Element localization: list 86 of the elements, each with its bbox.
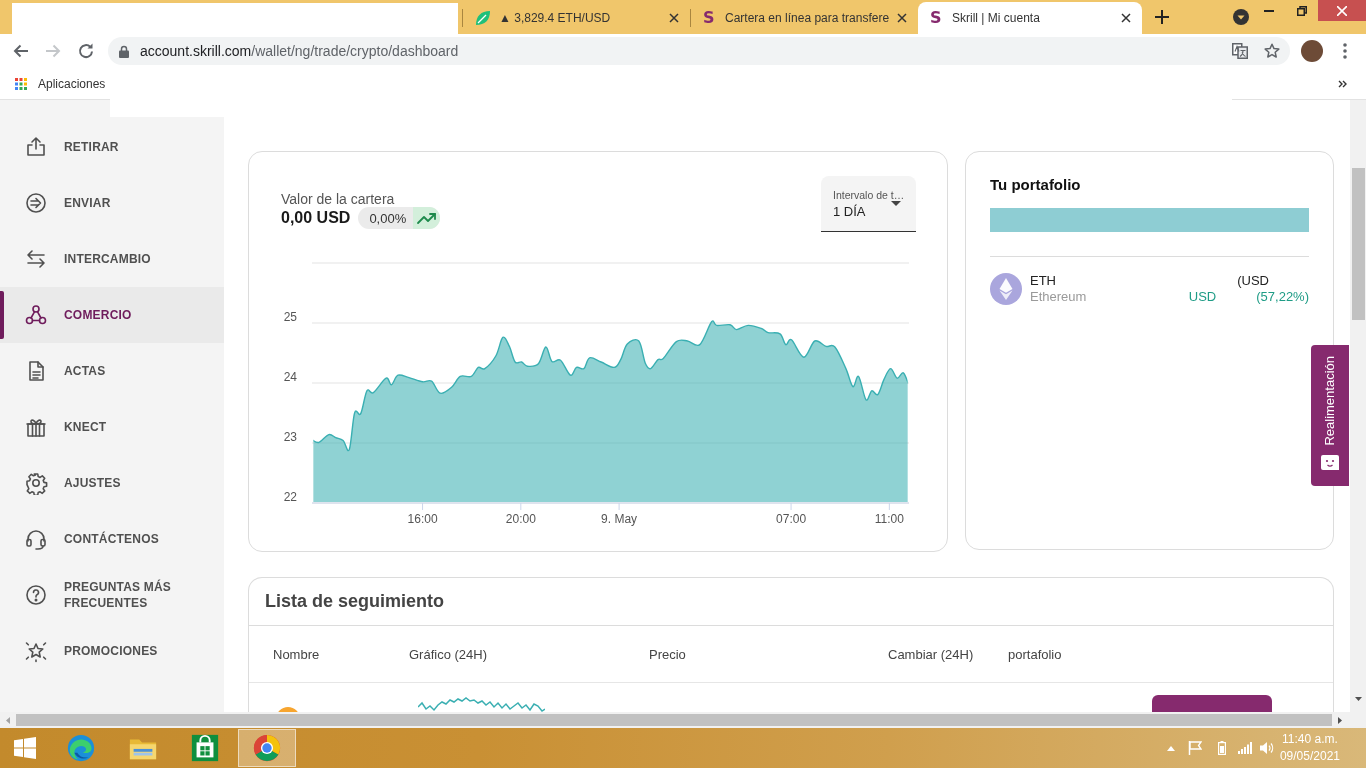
star-icon[interactable]	[1264, 43, 1280, 59]
column-header: Gráfico (24H)	[409, 646, 488, 662]
sidebar-item[interactable]: COMERCIO	[0, 287, 224, 343]
sidebar-item[interactable]: KNECT	[0, 399, 224, 455]
y-axis-label: 25	[283, 310, 297, 324]
left-arrow-icon[interactable]	[6, 716, 10, 724]
asset-share: (57,22%)	[1256, 289, 1309, 305]
nodes-icon	[24, 303, 48, 327]
favicon-letter: S	[703, 10, 716, 26]
minimize-icon[interactable]	[1264, 9, 1274, 12]
browser-tab[interactable]: S Skrill | Mi cuenta	[918, 2, 1142, 34]
asset-symbol: ETH	[1030, 273, 1057, 289]
x-axis-label: 11:00	[874, 512, 904, 526]
right-arrow-icon[interactable]	[1338, 716, 1342, 724]
close-icon[interactable]	[897, 13, 907, 23]
coin-icon	[990, 273, 1022, 305]
close-button[interactable]	[1318, 0, 1366, 21]
vertical-scrollbar[interactable]	[1350, 100, 1366, 712]
y-axis-label: 24	[283, 370, 297, 384]
y-axis-label: 22	[283, 490, 297, 504]
double-chevron-icon[interactable]	[1338, 79, 1347, 88]
question-icon	[24, 583, 48, 607]
sidebar-item[interactable]: INTERCAMBIO	[0, 231, 224, 287]
reload-icon[interactable]	[78, 43, 94, 59]
bookmark-button[interactable]: Aplicaciones	[15, 76, 106, 91]
taskbar-button[interactable]	[238, 729, 296, 767]
caret-icon	[891, 201, 901, 206]
change-percent: 0,00%	[368, 210, 408, 226]
sidebar-item[interactable]: PREGUNTAS MÁS FRECUENTES	[0, 567, 224, 623]
favicon-letter: S	[930, 10, 943, 26]
feedback-tab[interactable]: Realimentación	[1311, 345, 1349, 486]
restore-icon[interactable]	[1297, 5, 1307, 16]
plus-icon[interactable]	[1155, 10, 1169, 24]
tricolor-circle-icon	[252, 733, 282, 763]
sidebar-item[interactable]: PROMOCIONES	[0, 623, 224, 679]
sidebar-item[interactable]: ACTAS	[0, 343, 224, 399]
watchlist-title: Lista de seguimiento	[265, 591, 445, 612]
menu-icon[interactable]	[1343, 43, 1347, 59]
up-arrow-icon[interactable]	[1166, 745, 1175, 751]
x-axis-label: 9. May	[601, 512, 638, 526]
close-icon[interactable]	[669, 13, 679, 23]
headset-icon	[24, 527, 48, 551]
shopping-bag-icon	[190, 733, 220, 763]
scrollbar-thumb[interactable]	[1351, 168, 1365, 320]
scrollbar-thumb[interactable]	[16, 714, 1332, 726]
swirl-icon	[66, 733, 96, 763]
lock-icon	[119, 44, 129, 58]
column-header: Precio	[649, 646, 686, 662]
apps-grid-icon	[15, 77, 27, 90]
portfolio-value-label: Valor de la cartera	[281, 192, 396, 207]
swap-arrows-icon	[24, 247, 48, 271]
address-bar[interactable]: account.skrill.com/wallet/ng/trade/crypto/dashboard	[108, 37, 1290, 65]
x-axis-label: 20:00	[505, 512, 536, 526]
asset-name: Ethereum	[1030, 289, 1087, 305]
column-header: Nombre	[273, 646, 320, 662]
portfolio-value-amount: 0,00 USD	[281, 209, 351, 227]
asset-amount: USD	[1188, 289, 1217, 305]
avatar[interactable]	[1301, 40, 1323, 62]
sidebar-item[interactable]: ENVIAR	[0, 175, 224, 231]
send-icon	[24, 191, 48, 215]
close-icon[interactable]	[1121, 13, 1131, 23]
dropdown-circle-icon[interactable]	[1233, 9, 1249, 25]
sidebar-item[interactable]: AJUSTES	[0, 455, 224, 511]
interval-select[interactable]: Intervalo de t… 1 DÍA	[821, 176, 916, 232]
translate-icon[interactable]	[1232, 43, 1248, 59]
horizontal-scrollbar[interactable]	[0, 712, 1366, 728]
upload-icon	[24, 135, 48, 159]
y-axis-label: 23	[283, 430, 297, 444]
browser-tab[interactable]: S Cartera en línea para transfere	[691, 2, 918, 34]
start-icon[interactable]	[14, 737, 36, 759]
sparkle-star-icon	[24, 639, 48, 663]
column-header: Cambiar (24H)	[888, 646, 974, 662]
leaf-icon	[475, 10, 491, 26]
browser-tab[interactable]: ▲ 3,829.4 ETH/USD	[463, 2, 690, 34]
x-axis-label: 07:00	[776, 512, 807, 526]
portfolio-title: Tu portafolio	[990, 175, 1082, 195]
x-axis-label: 16:00	[407, 512, 438, 526]
sidebar-item[interactable]: RETIRAR	[0, 119, 224, 175]
column-header: portafolio	[1008, 646, 1062, 662]
back-icon[interactable]	[13, 43, 29, 59]
gear-icon	[24, 471, 48, 495]
smiley-chat-icon	[1321, 455, 1339, 472]
sidebar-item[interactable]: CONTÁCTENOS	[0, 511, 224, 567]
down-arrow-icon[interactable]	[1354, 697, 1362, 701]
url-text: account.skrill.com/wallet/ng/trade/crypto/dashboard	[140, 43, 459, 59]
asset-value: (USD	[1237, 273, 1269, 289]
